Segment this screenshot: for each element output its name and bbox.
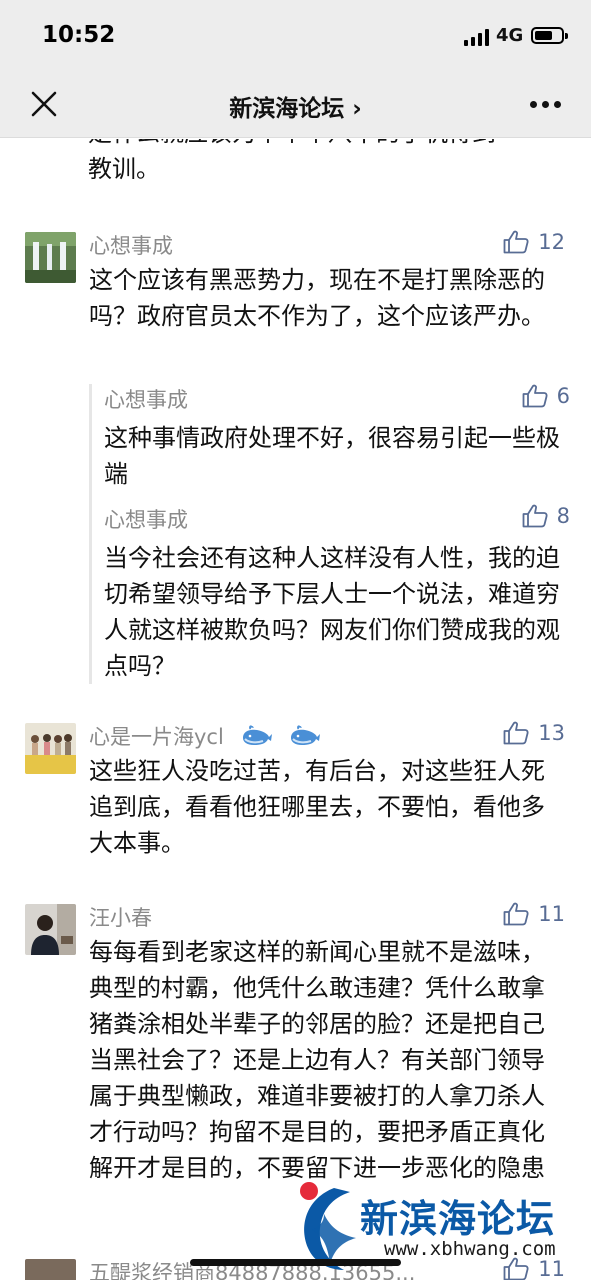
like-button[interactable]: 13 <box>503 721 565 745</box>
like-count: 8 <box>556 504 570 528</box>
status-bar: 10:52 4G <box>0 0 591 70</box>
avatar[interactable] <box>25 232 76 283</box>
whale-emoji-icon <box>291 725 321 745</box>
avatar[interactable] <box>25 723 76 774</box>
whale-emoji-icon <box>242 725 272 745</box>
like-button[interactable]: 11 <box>503 902 565 926</box>
comment-item: 心是一片海ycl 13 这些狂人没吃过苦，有后台，对这些狂人死追到底，看看他狂哪… <box>0 721 591 873</box>
avatar[interactable] <box>25 1259 76 1280</box>
like-count: 13 <box>538 721 565 745</box>
watermark-url: www.xbhwang.com <box>384 1238 556 1260</box>
reply-thread: 心想事成 6 这种事情政府处理不好，很容易引起一些极端 心想事成 8 当今社会还… <box>89 384 570 684</box>
commenter-name[interactable]: 汪小春 <box>89 902 152 932</box>
like-count: 11 <box>538 902 565 926</box>
reply-text: 这种事情政府处理不好，很容易引起一些极端 <box>104 424 560 488</box>
thumbs-up-icon <box>522 384 548 408</box>
like-count: 12 <box>538 230 565 254</box>
watermark-text: 新滨海论坛 <box>360 1197 556 1241</box>
commenter-name[interactable]: 心想事成 <box>89 230 173 260</box>
reply-item: 心想事成 6 这种事情政府处理不好，很容易引起一些极端 <box>104 384 570 494</box>
comment-text: 这个应该有黑恶势力，现在不是打黑除恶的吗？政府官员太不作为了，这个应该严办。 <box>89 266 545 330</box>
reply-item: 心想事成 8 当今社会还有这种人这样没有人性，我的迫切希望领导给予下层人士一个说… <box>104 504 570 684</box>
previous-comment-tail: 是什么就应该为个个个八十的手机得到 教训。 <box>88 139 496 183</box>
thumbs-up-icon <box>522 504 548 528</box>
more-options-icon[interactable] <box>530 101 562 109</box>
like-button[interactable]: 12 <box>503 230 565 254</box>
status-time: 10:52 <box>42 22 116 48</box>
network-type: 4G <box>496 25 524 46</box>
thumbs-up-icon <box>503 902 529 926</box>
reply-author[interactable]: 心想事成 <box>104 504 188 534</box>
comment-text: 这些狂人没吃过苦，有后台，对这些狂人死追到底，看看他狂哪里去，不要怕，看他多大本… <box>89 757 545 857</box>
comment-text: 每每看到老家这样的新闻心里就不是滋味，典型的村霸，他凭什么敢违建？凭什么敢拿猪粪… <box>89 938 545 1182</box>
page-title[interactable]: 新滨海论坛 › <box>0 89 591 123</box>
reply-text: 当今社会还有这种人这样没有人性，我的迫切希望领导给予下层人士一个说法，难道穷人就… <box>104 544 560 680</box>
avatar[interactable] <box>25 904 76 955</box>
signal-strength-icon <box>464 28 490 46</box>
battery-icon <box>531 27 568 44</box>
home-indicator[interactable] <box>190 1259 401 1266</box>
commenter-name-text: 心是一片海ycl <box>89 725 224 749</box>
comment-item: 心想事成 12 这个应该有黑恶势力，现在不是打黑除恶的吗？政府官员太不作为了，这… <box>0 230 591 692</box>
reply-author[interactable]: 心想事成 <box>104 384 188 414</box>
like-button[interactable]: 6 <box>522 384 570 408</box>
like-button[interactable]: 8 <box>522 504 570 528</box>
thumbs-up-icon <box>503 721 529 745</box>
commenter-name[interactable]: 心是一片海ycl <box>89 721 321 751</box>
like-count: 6 <box>556 384 570 408</box>
thumbs-up-icon <box>503 230 529 254</box>
comment-list[interactable]: 是什么就应该为个个个八十的手机得到 教训。 心想事成 12 这个应该有黑恶势力，… <box>0 139 591 1280</box>
nav-bar: 新滨海论坛 › <box>0 70 591 138</box>
